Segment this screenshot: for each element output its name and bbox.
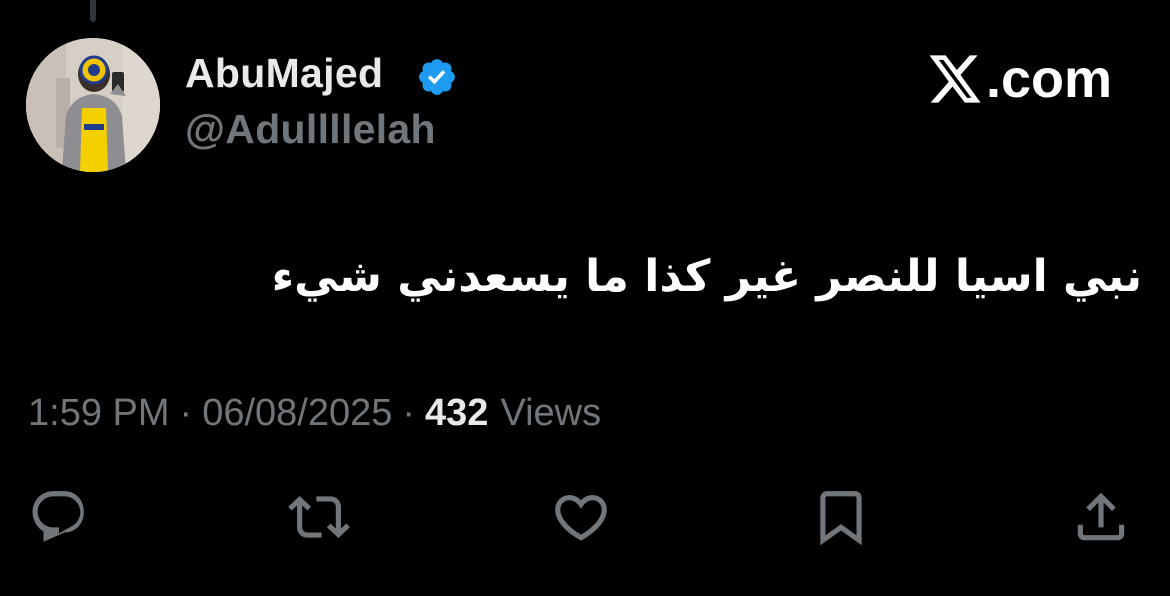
repost-button[interactable] <box>288 486 350 548</box>
like-button[interactable] <box>550 486 612 548</box>
reply-button[interactable] <box>28 486 90 548</box>
views-count[interactable]: 432 <box>425 392 488 435</box>
author-display-name[interactable]: AbuMajed <box>185 50 383 97</box>
reply-icon <box>32 491 84 542</box>
avatar[interactable] <box>26 38 160 172</box>
tweet-date[interactable]: 06/08/2025 <box>202 392 392 435</box>
separator-dot: · <box>179 392 193 434</box>
author-handle[interactable]: @Adullllelah <box>185 106 436 153</box>
verified-badge-icon[interactable] <box>416 56 458 98</box>
separator-dot: · <box>402 392 416 434</box>
bookmark-icon <box>820 491 862 546</box>
repost-icon <box>288 496 350 538</box>
thread-connector-line <box>90 0 96 22</box>
share-button[interactable] <box>1070 486 1132 548</box>
avatar-photo <box>26 38 160 172</box>
x-com-watermark: .com <box>926 48 1112 110</box>
tweet-time[interactable]: 1:59 PM <box>28 392 170 435</box>
bookmark-button[interactable] <box>810 486 872 548</box>
views-label[interactable]: Views <box>500 392 601 435</box>
site-domain-text: .com <box>985 49 1112 109</box>
tweet-actions-bar <box>0 486 1170 548</box>
heart-icon <box>555 495 607 541</box>
tweet-text: نبي اسيا للنصر غير كذا ما يسعدني شيء <box>271 251 1142 302</box>
share-icon <box>1077 492 1125 541</box>
tweet-metadata: 1:59 PM · 06/08/2025 · 432 Views <box>28 392 601 435</box>
x-logo-icon <box>929 55 981 103</box>
